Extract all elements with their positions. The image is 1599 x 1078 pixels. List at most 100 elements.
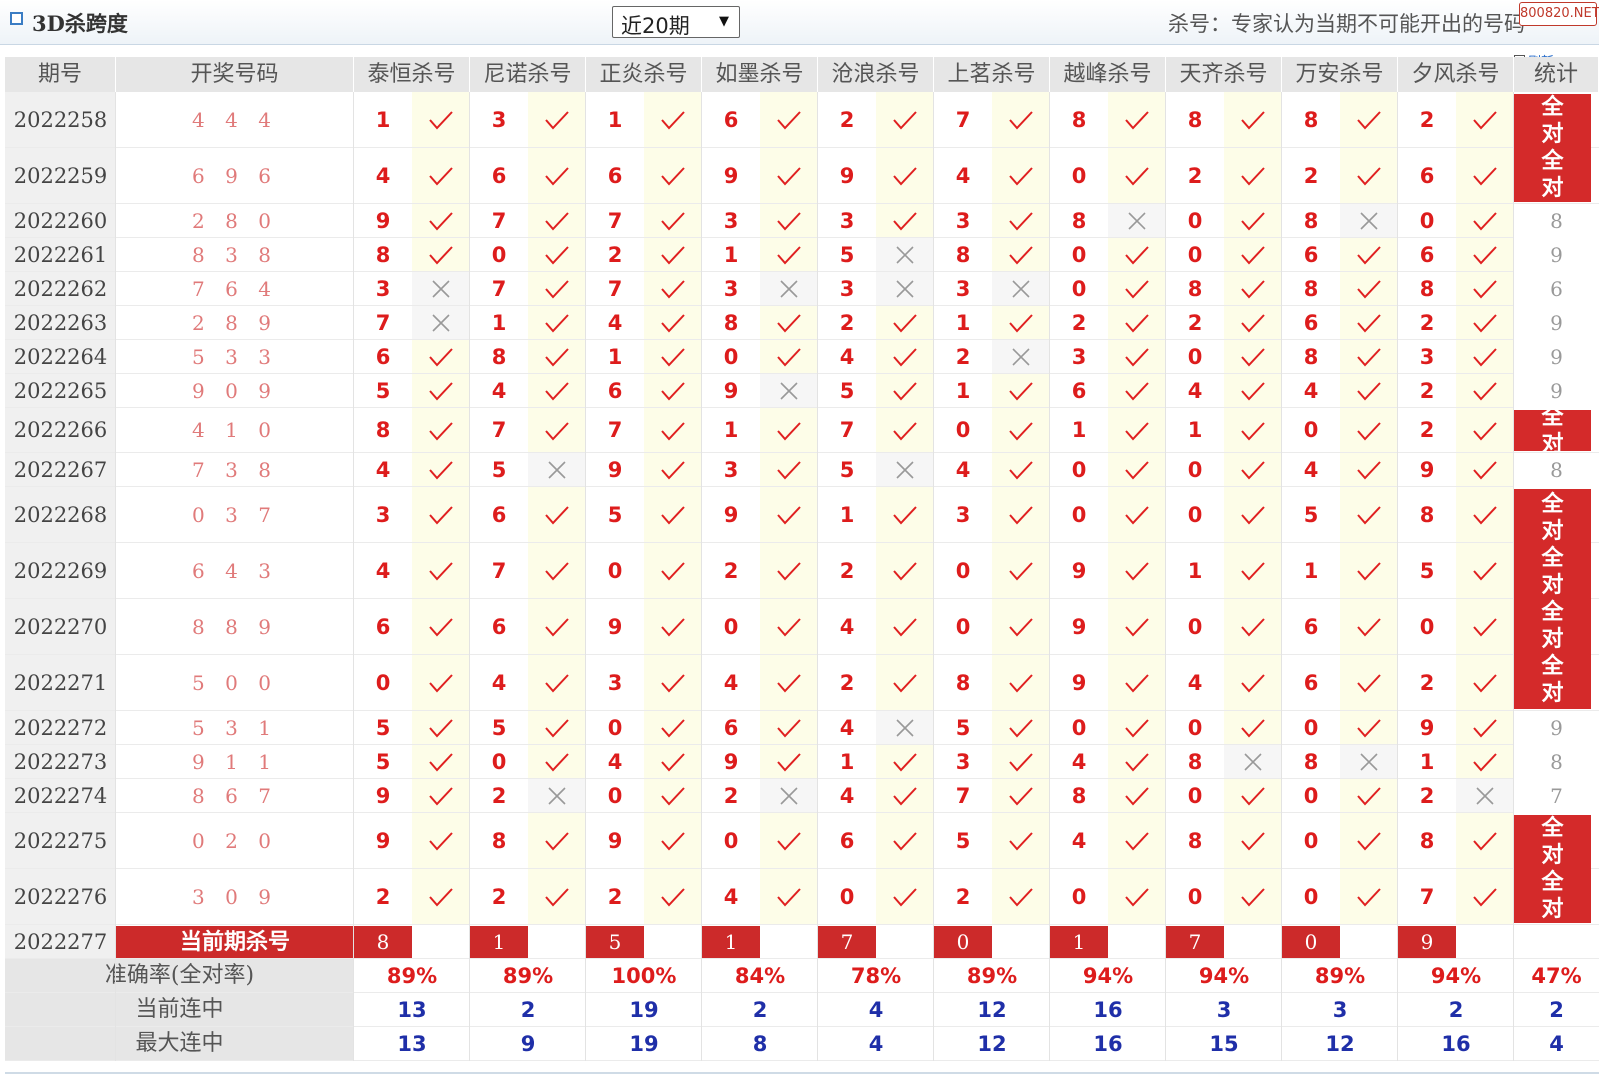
period-cell: 2022270 <box>5 599 116 655</box>
kill-number-cell: 0 <box>586 779 644 813</box>
kill-number-cell: 6 <box>354 340 412 374</box>
kill-number-cell: 4 <box>818 599 876 655</box>
period-cell: 2022271 <box>5 655 116 711</box>
kill-number-cell: 2 <box>1166 306 1224 340</box>
summary-value: 89% <box>386 964 438 988</box>
kill-number-cell: 5 <box>470 453 528 487</box>
summary-value: 16 <box>1441 1032 1471 1056</box>
summary-value: 12 <box>977 1032 1007 1056</box>
check-icon <box>760 543 818 599</box>
check-icon <box>1224 238 1282 272</box>
check-icon <box>992 374 1050 408</box>
kill-number-cell: 9 <box>586 599 644 655</box>
kill-number-cell: 3 <box>702 453 760 487</box>
check-icon <box>1340 306 1398 340</box>
kill-number-cell: 6 <box>586 148 644 204</box>
stat-count-cell: 9 <box>1514 340 1599 374</box>
kill-number-cell: 9 <box>1050 655 1108 711</box>
page-title: 3D杀跨度 <box>32 11 128 36</box>
kill-number-cell: 9 <box>702 487 760 543</box>
summary-value: 4 <box>868 998 884 1022</box>
kill-number-cell: 3 <box>1398 340 1456 374</box>
kill-number-cell: 0 <box>354 655 412 711</box>
check-icon <box>876 340 934 374</box>
summary-value: 78% <box>850 964 902 988</box>
kill-number-cell: 9 <box>354 204 412 238</box>
kill-number-cell: 0 <box>702 340 760 374</box>
check-icon <box>528 148 586 204</box>
kill-number-cell: 4 <box>934 453 992 487</box>
current-kill-number: 0 <box>934 926 992 958</box>
kill-number-cell: 3 <box>354 272 412 306</box>
draw-number-cell: 8 6 7 <box>116 779 354 813</box>
check-icon <box>412 745 470 779</box>
kill-number-cell: 0 <box>1282 813 1340 869</box>
check-icon <box>1224 374 1282 408</box>
check-icon <box>412 869 470 925</box>
kill-number-cell: 0 <box>1050 148 1108 204</box>
kill-number-cell: 3 <box>1050 340 1108 374</box>
check-icon <box>1224 272 1282 306</box>
kill-number-cell: 0 <box>586 711 644 745</box>
kill-number-cell: 3 <box>934 272 992 306</box>
check-icon <box>1340 599 1398 655</box>
kill-number-cell: 3 <box>818 204 876 238</box>
kill-number-cell: 2 <box>470 779 528 813</box>
stat-count-cell: 9 <box>1514 374 1599 408</box>
check-icon <box>1108 813 1166 869</box>
all-correct-label: 全对 <box>1541 816 1564 868</box>
summary-value: 2 <box>752 998 768 1022</box>
check-icon <box>412 543 470 599</box>
kill-number-cell: 2 <box>818 306 876 340</box>
check-icon <box>876 92 934 148</box>
check-icon <box>876 655 934 711</box>
check-icon <box>1224 779 1282 813</box>
check-icon <box>992 238 1050 272</box>
draw-number-cell: 2 8 9 <box>116 306 354 340</box>
check-icon <box>876 599 934 655</box>
kill-number-cell: 2 <box>354 869 412 925</box>
check-icon <box>644 711 702 745</box>
kill-number-cell: 7 <box>470 272 528 306</box>
kill-number-cell: 0 <box>1166 453 1224 487</box>
draw-number-cell: 5 0 0 <box>116 655 354 711</box>
check-icon <box>412 408 470 453</box>
kill-number-cell: 1 <box>586 92 644 148</box>
check-icon <box>1108 340 1166 374</box>
check-icon <box>644 869 702 925</box>
kill-number-cell: 9 <box>354 813 412 869</box>
check-icon <box>1108 306 1166 340</box>
check-icon <box>1108 711 1166 745</box>
check-icon <box>1224 543 1282 599</box>
period-range-select[interactable]: 近20期 ▼ <box>612 6 740 38</box>
kill-number-cell: 8 <box>1398 272 1456 306</box>
kill-number-cell: 0 <box>1166 340 1224 374</box>
check-icon <box>644 543 702 599</box>
summary-value: 2 <box>1448 998 1464 1022</box>
check-icon <box>644 148 702 204</box>
kill-number-cell: 5 <box>354 745 412 779</box>
check-icon <box>1340 238 1398 272</box>
kill-number-cell: 9 <box>702 745 760 779</box>
kill-number-cell: 7 <box>818 408 876 453</box>
check-icon <box>876 487 934 543</box>
column-divider <box>353 92 354 1061</box>
check-icon <box>1340 711 1398 745</box>
column-header-expert-10: 夕风杀号 <box>1398 57 1514 92</box>
summary-value: 12 <box>977 998 1007 1022</box>
summary-value: 19 <box>629 998 659 1022</box>
kill-number-cell: 8 <box>1166 92 1224 148</box>
checkbox-icon[interactable] <box>10 12 23 25</box>
check-icon <box>1340 374 1398 408</box>
summary-value: 3 <box>1332 998 1348 1022</box>
summary-label: 最大连中 <box>5 1027 354 1060</box>
kill-number-cell: 4 <box>470 374 528 408</box>
check-icon <box>644 655 702 711</box>
kill-number-cell: 1 <box>470 306 528 340</box>
stat-badge-all-correct: 全对 全对 <box>1514 815 1591 923</box>
check-icon <box>1456 745 1514 779</box>
kill-number-cell: 2 <box>818 543 876 599</box>
column-header-expert-3: 正炎杀号 <box>586 57 702 92</box>
summary-stat-value: 4 <box>1549 1032 1564 1056</box>
check-icon <box>1224 655 1282 711</box>
